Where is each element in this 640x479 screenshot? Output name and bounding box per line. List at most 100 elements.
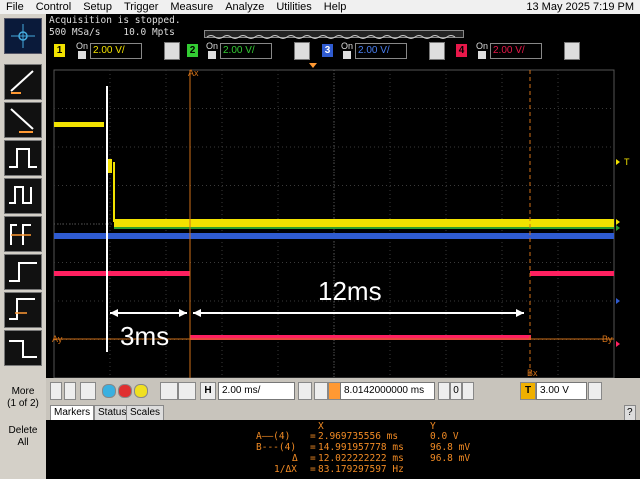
delay-right-icon[interactable] <box>462 382 474 400</box>
channel-2-on-label: On <box>206 41 219 51</box>
more-sublabel: (1 of 2) <box>7 398 39 409</box>
channel-1-number[interactable]: 1 <box>54 44 65 57</box>
acquisition-status: Acquisition is stopped. <box>49 15 181 26</box>
menu-utilities[interactable]: Utilities <box>270 1 317 13</box>
menu-setup[interactable]: Setup <box>77 1 118 13</box>
marker-delta-sep: = <box>310 453 316 464</box>
marker-delta-y: 96.8 mV <box>430 453 471 464</box>
more-button[interactable]: More (1 of 2) <box>4 386 42 410</box>
delete-all-button[interactable]: Delete All <box>4 425 42 449</box>
channel-3-wave-icon[interactable] <box>429 42 445 60</box>
cursor-bx-label: Bx <box>527 368 538 378</box>
menu-file[interactable]: File <box>0 1 30 13</box>
channel-2-number[interactable]: 2 <box>187 44 198 57</box>
cursor-ay-label: Ay <box>52 334 63 344</box>
trigger-position-icon <box>309 63 317 68</box>
tab-scales[interactable]: Scales <box>126 405 165 421</box>
timebase-zoom-icon[interactable] <box>298 382 312 400</box>
channel-4-ground-icon <box>616 341 620 347</box>
overshoot-tool-icon[interactable] <box>4 292 42 328</box>
annotation-3ms: 3ms <box>120 321 169 351</box>
markers-panel: X Y A——(4) = 2.969735556 ms 0.0 V B---(4… <box>46 420 640 479</box>
channel-4-checkbox[interactable] <box>478 51 486 59</box>
marker-delta-label: Δ <box>292 453 298 464</box>
delay-field[interactable]: 8.0142000000 ms <box>340 382 435 400</box>
channel-4-scale[interactable]: 2.00 V/ <box>490 43 542 59</box>
waveform-display[interactable]: Ax Bx Ay By T 3ms 12ms <box>46 62 640 379</box>
marker-freq-sep: = <box>310 464 316 475</box>
channel-1-on-label: On <box>76 41 89 51</box>
more-label: More <box>11 386 35 397</box>
falling-edge-tool-icon[interactable] <box>4 102 42 138</box>
annotation-12ms: 12ms <box>318 276 382 306</box>
tab-markers[interactable]: Markers <box>50 405 95 421</box>
waveform-overview[interactable] <box>204 30 464 39</box>
channel-2-ground-icon <box>616 225 620 231</box>
horizontal-label[interactable]: H <box>200 382 216 400</box>
tab-bar: Markers Status Scales ? <box>46 404 640 421</box>
print-icon[interactable] <box>160 382 178 400</box>
brightness-icon[interactable] <box>178 382 196 400</box>
control-bar: H 2.00 ms/ 8.0142000000 ms 0 T 3.00 V <box>46 378 640 404</box>
trigger-slope-icon[interactable] <box>588 382 602 400</box>
channel-1-checkbox[interactable] <box>78 51 86 59</box>
marker-b-sep: = <box>310 442 316 453</box>
trigger-level-marker: T <box>624 157 630 167</box>
menu-trigger[interactable]: Trigger <box>118 1 164 13</box>
trigger-up-icon[interactable] <box>50 382 62 400</box>
scope-grid: Ax Bx Ay By T 3ms 12ms <box>52 63 630 379</box>
run-color-button[interactable] <box>102 384 116 398</box>
marker-freq-label: 1/ΔX <box>274 464 297 475</box>
status-bar: Acquisition is stopped. 500 MSa/s 10.0 M… <box>46 14 640 40</box>
rising-edge-tool-icon[interactable] <box>4 64 42 100</box>
marker-b-y: 96.8 mV <box>430 442 471 453</box>
sample-rate: 500 MSa/s 10.0 Mpts <box>49 27 175 38</box>
menu-control[interactable]: Control <box>30 1 77 13</box>
stop-color-button[interactable] <box>118 384 132 398</box>
trigger-level-field[interactable]: 3.00 V <box>536 382 587 400</box>
scope-logo-icon[interactable] <box>4 18 42 54</box>
channel-1-ground-icon <box>616 219 620 225</box>
delay-left-icon[interactable] <box>438 382 450 400</box>
menu-analyze[interactable]: Analyze <box>219 1 270 13</box>
menu-help[interactable]: Help <box>318 1 353 13</box>
delay-tool-icon[interactable] <box>4 216 42 252</box>
left-toolbar: More (1 of 2) Delete All <box>0 14 46 479</box>
marker-delta-x: 12.022222222 ms <box>318 453 404 464</box>
delete-sublabel: All <box>17 437 29 448</box>
marker-a-label: A——(4) <box>256 431 291 442</box>
marker-a-y: 0.0 V <box>430 431 459 442</box>
waveform-mode-icon[interactable] <box>314 382 328 400</box>
datetime: 13 May 2025 7:19 PM <box>526 1 634 13</box>
menu-bar: File Control Setup Trigger Measure Analy… <box>0 0 640 14</box>
channel-2-checkbox[interactable] <box>208 51 216 59</box>
timebase-field[interactable]: 2.00 ms/ <box>218 382 295 400</box>
channel-4-wave-icon[interactable] <box>564 42 580 60</box>
cursor-by-label: By <box>602 334 613 344</box>
channel-4-number[interactable]: 4 <box>456 44 467 57</box>
channel-1-scale[interactable]: 2.00 V/ <box>90 43 142 59</box>
period-tool-icon[interactable] <box>4 178 42 214</box>
pulse-width-tool-icon[interactable] <box>4 140 42 176</box>
rise-time-tool-icon[interactable] <box>4 254 42 290</box>
channel-4-on-label: On <box>476 41 489 51</box>
channel-2-scale[interactable]: 2.00 V/ <box>220 43 272 59</box>
run-mode-icon[interactable] <box>80 382 96 400</box>
tab-status[interactable]: Status <box>94 405 131 421</box>
delay-zero-button[interactable]: 0 <box>450 382 462 400</box>
acquire-toggle-icon[interactable] <box>64 382 76 400</box>
fall-time-tool-icon[interactable] <box>4 330 42 366</box>
channel-3-scale[interactable]: 2.00 V/ <box>355 43 407 59</box>
trigger-label[interactable]: T <box>520 382 536 400</box>
channel-3-on-label: On <box>341 41 354 51</box>
menu-measure[interactable]: Measure <box>164 1 219 13</box>
help-button[interactable]: ? <box>624 405 636 421</box>
channel-2-wave-icon[interactable] <box>294 42 310 60</box>
marker-b-x: 14.991957778 ms <box>318 442 404 453</box>
marker-freq-x: 83.179297597 Hz <box>318 464 404 475</box>
single-color-button[interactable] <box>134 384 148 398</box>
channel-1-wave-icon[interactable] <box>164 42 180 60</box>
channel-3-number[interactable]: 3 <box>322 44 333 57</box>
trigger-arrow-icon <box>616 159 620 165</box>
channel-3-checkbox[interactable] <box>343 51 351 59</box>
